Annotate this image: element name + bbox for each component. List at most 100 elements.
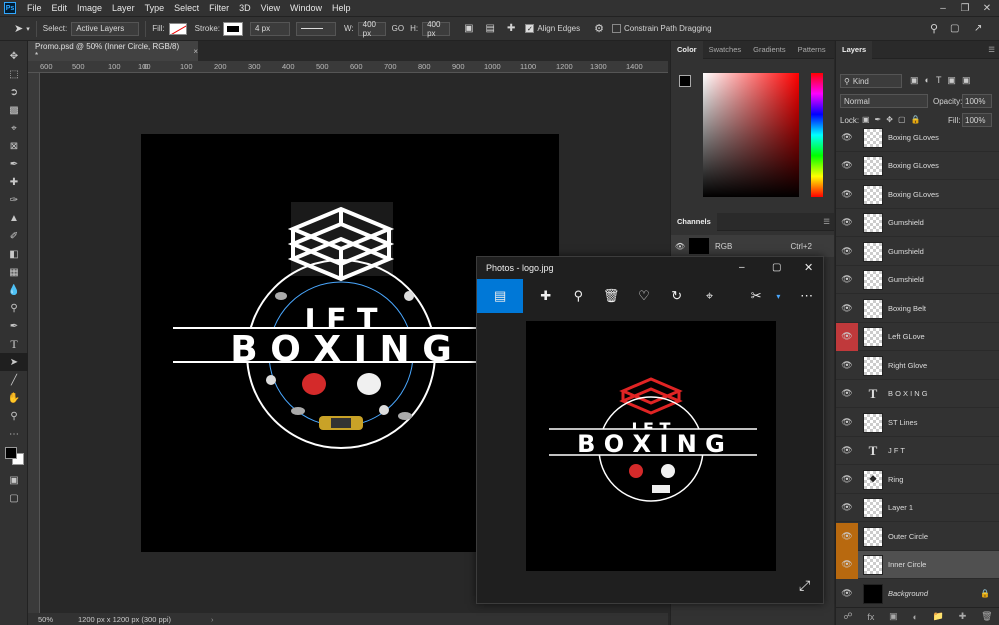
zoom-icon[interactable]: ⚲: [562, 279, 595, 313]
constrain-path-checkbox[interactable]: [611, 24, 621, 33]
brush-tool-icon[interactable]: ✑: [0, 191, 28, 209]
quick-mask-icon[interactable]: ▣: [0, 471, 28, 489]
filter-kind-dropdown[interactable]: ⚲ Kind: [840, 74, 902, 88]
pen-tool-icon[interactable]: ✒: [0, 317, 28, 335]
eyedropper-tool-icon[interactable]: ✒: [0, 155, 28, 173]
zoom-tool-icon[interactable]: ⚲: [0, 407, 28, 425]
restore-icon[interactable]: ❐: [954, 0, 976, 16]
color-swatches[interactable]: [0, 443, 28, 471]
photo-preview[interactable]: J F T B O X I N G: [526, 321, 776, 571]
stroke-width-field[interactable]: 4 px: [250, 21, 290, 36]
path-arrangement-icon[interactable]: ✚: [507, 23, 515, 34]
menu-file[interactable]: File: [22, 3, 47, 13]
frame-tool-icon[interactable]: ⊠: [0, 137, 28, 155]
minimize-icon[interactable]: –: [932, 0, 954, 16]
layer-row[interactable]: 👁 Right Glove: [836, 352, 999, 380]
object-selection-tool-icon[interactable]: ▩: [0, 101, 28, 119]
share-icon[interactable]: ↗: [974, 23, 982, 34]
see-all-photos-icon[interactable]: ▤: [477, 279, 524, 313]
align-edges-checkbox[interactable]: ✓: [525, 24, 535, 33]
add-mask-icon[interactable]: ▣: [889, 611, 898, 622]
trash-icon[interactable]: 🗑: [981, 611, 992, 622]
fill-swatch[interactable]: [168, 22, 187, 35]
tab-channels[interactable]: Channels: [671, 212, 717, 231]
close-icon[interactable]: ✕: [976, 0, 998, 16]
eye-icon[interactable]: 👁: [836, 295, 858, 323]
eye-icon[interactable]: 👁: [836, 522, 858, 551]
close-icon[interactable]: ✕: [804, 261, 813, 274]
line-tool-icon[interactable]: ╱: [0, 371, 28, 389]
gradient-tool-icon[interactable]: ▦: [0, 263, 28, 281]
link-layers-icon[interactable]: ☍: [843, 611, 852, 622]
layer-row[interactable]: 👁 ST Lines: [836, 409, 999, 437]
healing-brush-tool-icon[interactable]: ✚: [0, 173, 28, 191]
layer-row[interactable]: 👁 Boxing GLoves: [836, 152, 999, 180]
eye-icon[interactable]: 👁: [836, 409, 858, 437]
path-alignment-icon[interactable]: ▤: [486, 23, 495, 34]
dodge-tool-icon[interactable]: ⚲: [0, 299, 28, 317]
layer-row[interactable]: 👁 T B O X I N G: [836, 380, 999, 408]
adjustment-layer-icon[interactable]: ◐: [913, 612, 918, 622]
tab-layers[interactable]: Layers: [836, 40, 873, 59]
eye-icon[interactable]: 👁: [836, 181, 858, 209]
panel-menu-icon[interactable]: ☰: [988, 45, 995, 54]
blur-tool-icon[interactable]: 💧: [0, 281, 28, 299]
menu-type[interactable]: Type: [140, 3, 170, 13]
tab-color[interactable]: Color: [671, 40, 703, 59]
link-icon[interactable]: GO: [392, 24, 404, 33]
hand-tool-icon[interactable]: ✋: [0, 389, 28, 407]
eye-icon[interactable]: 👁: [836, 238, 858, 266]
lock-icons[interactable]: ▣✒✥▢🔒: [862, 115, 925, 124]
minimize-icon[interactable]: –: [739, 262, 745, 273]
layer-row[interactable]: 👁 Left GLove: [836, 322, 999, 351]
hue-slider[interactable]: [811, 73, 823, 197]
workspace-icon[interactable]: ▢: [950, 23, 959, 34]
opacity-field[interactable]: 100%: [962, 94, 992, 108]
eraser-tool-icon[interactable]: ◧: [0, 245, 28, 263]
eye-icon[interactable]: 👁: [836, 352, 858, 380]
move-tool-icon[interactable]: ✥: [0, 47, 28, 65]
eye-icon[interactable]: 👁: [836, 437, 858, 465]
new-group-icon[interactable]: 📁: [933, 611, 944, 622]
edit-icon[interactable]: ✂: [740, 279, 773, 313]
lasso-tool-icon[interactable]: ➲: [0, 83, 28, 101]
eye-icon[interactable]: 👁: [836, 124, 858, 152]
eye-icon[interactable]: 👁: [836, 152, 858, 180]
gear-icon[interactable]: ⚙: [594, 22, 604, 35]
crop-icon[interactable]: ⌖: [693, 279, 726, 313]
color-field[interactable]: [703, 73, 799, 197]
crop-tool-icon[interactable]: ⌖: [0, 119, 28, 137]
heart-icon[interactable]: ♡: [628, 279, 661, 313]
eye-icon[interactable]: 👁: [836, 266, 858, 294]
eye-icon[interactable]: 👁: [836, 466, 858, 494]
layer-row[interactable]: 👁 Boxing GLoves: [836, 181, 999, 209]
foreground-color-swatch[interactable]: [5, 447, 17, 459]
layer-row[interactable]: 👁 ❖ Ring: [836, 466, 999, 494]
menu-select[interactable]: Select: [169, 3, 204, 13]
layer-row-selected[interactable]: 👁 Inner Circle: [836, 550, 999, 579]
menu-window[interactable]: Window: [285, 3, 327, 13]
add-icon[interactable]: ✚: [529, 279, 562, 313]
layer-filter-icons[interactable]: ▣◐T▣▣: [910, 75, 976, 86]
more-options-icon[interactable]: ⋯: [790, 279, 823, 313]
eye-icon[interactable]: 👁: [836, 322, 858, 351]
menu-filter[interactable]: Filter: [204, 3, 234, 13]
new-layer-icon[interactable]: ✚: [959, 611, 967, 622]
tab-swatches[interactable]: Swatches: [703, 41, 748, 59]
menu-image[interactable]: Image: [72, 3, 107, 13]
eye-icon[interactable]: 👁: [836, 380, 858, 408]
chevron-right-icon[interactable]: ›: [211, 615, 214, 624]
maximize-icon[interactable]: ▢: [772, 262, 781, 273]
trash-icon[interactable]: 🗑: [595, 279, 628, 313]
layer-row[interactable]: 👁 Boxing Belt: [836, 295, 999, 323]
zoom-level[interactable]: 50%: [38, 615, 70, 624]
layer-row[interactable]: 👁 Layer 1: [836, 494, 999, 522]
eye-icon[interactable]: 👁: [671, 242, 689, 251]
layer-row[interactable]: 👁 Outer Circle: [836, 522, 999, 551]
document-tab[interactable]: Promo.psd @ 50% (Inner Circle, RGB/8) * …: [28, 41, 198, 61]
menu-layer[interactable]: Layer: [107, 3, 140, 13]
layer-row[interactable]: 👁 Gumshield: [836, 209, 999, 237]
panel-menu-icon[interactable]: ☰: [823, 217, 830, 226]
stroke-type-dropdown[interactable]: [296, 21, 336, 36]
path-selection-tool-icon[interactable]: ➤: [14, 22, 23, 35]
